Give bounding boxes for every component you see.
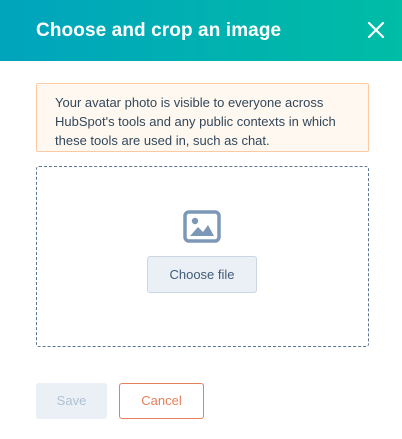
modal-header: Choose and crop an image [0,0,402,61]
choose-image-modal: Choose and crop an image Your avatar pho… [0,0,402,439]
save-button[interactable]: Save [36,383,107,419]
choose-file-button[interactable]: Choose file [147,256,257,293]
image-icon [183,210,221,243]
avatar-visibility-notice: Your avatar photo is visible to everyone… [36,83,369,152]
modal-title: Choose and crop an image [36,20,282,41]
close-icon[interactable] [366,20,386,40]
image-dropzone[interactable]: Choose file [36,166,369,347]
cancel-button[interactable]: Cancel [119,383,204,419]
